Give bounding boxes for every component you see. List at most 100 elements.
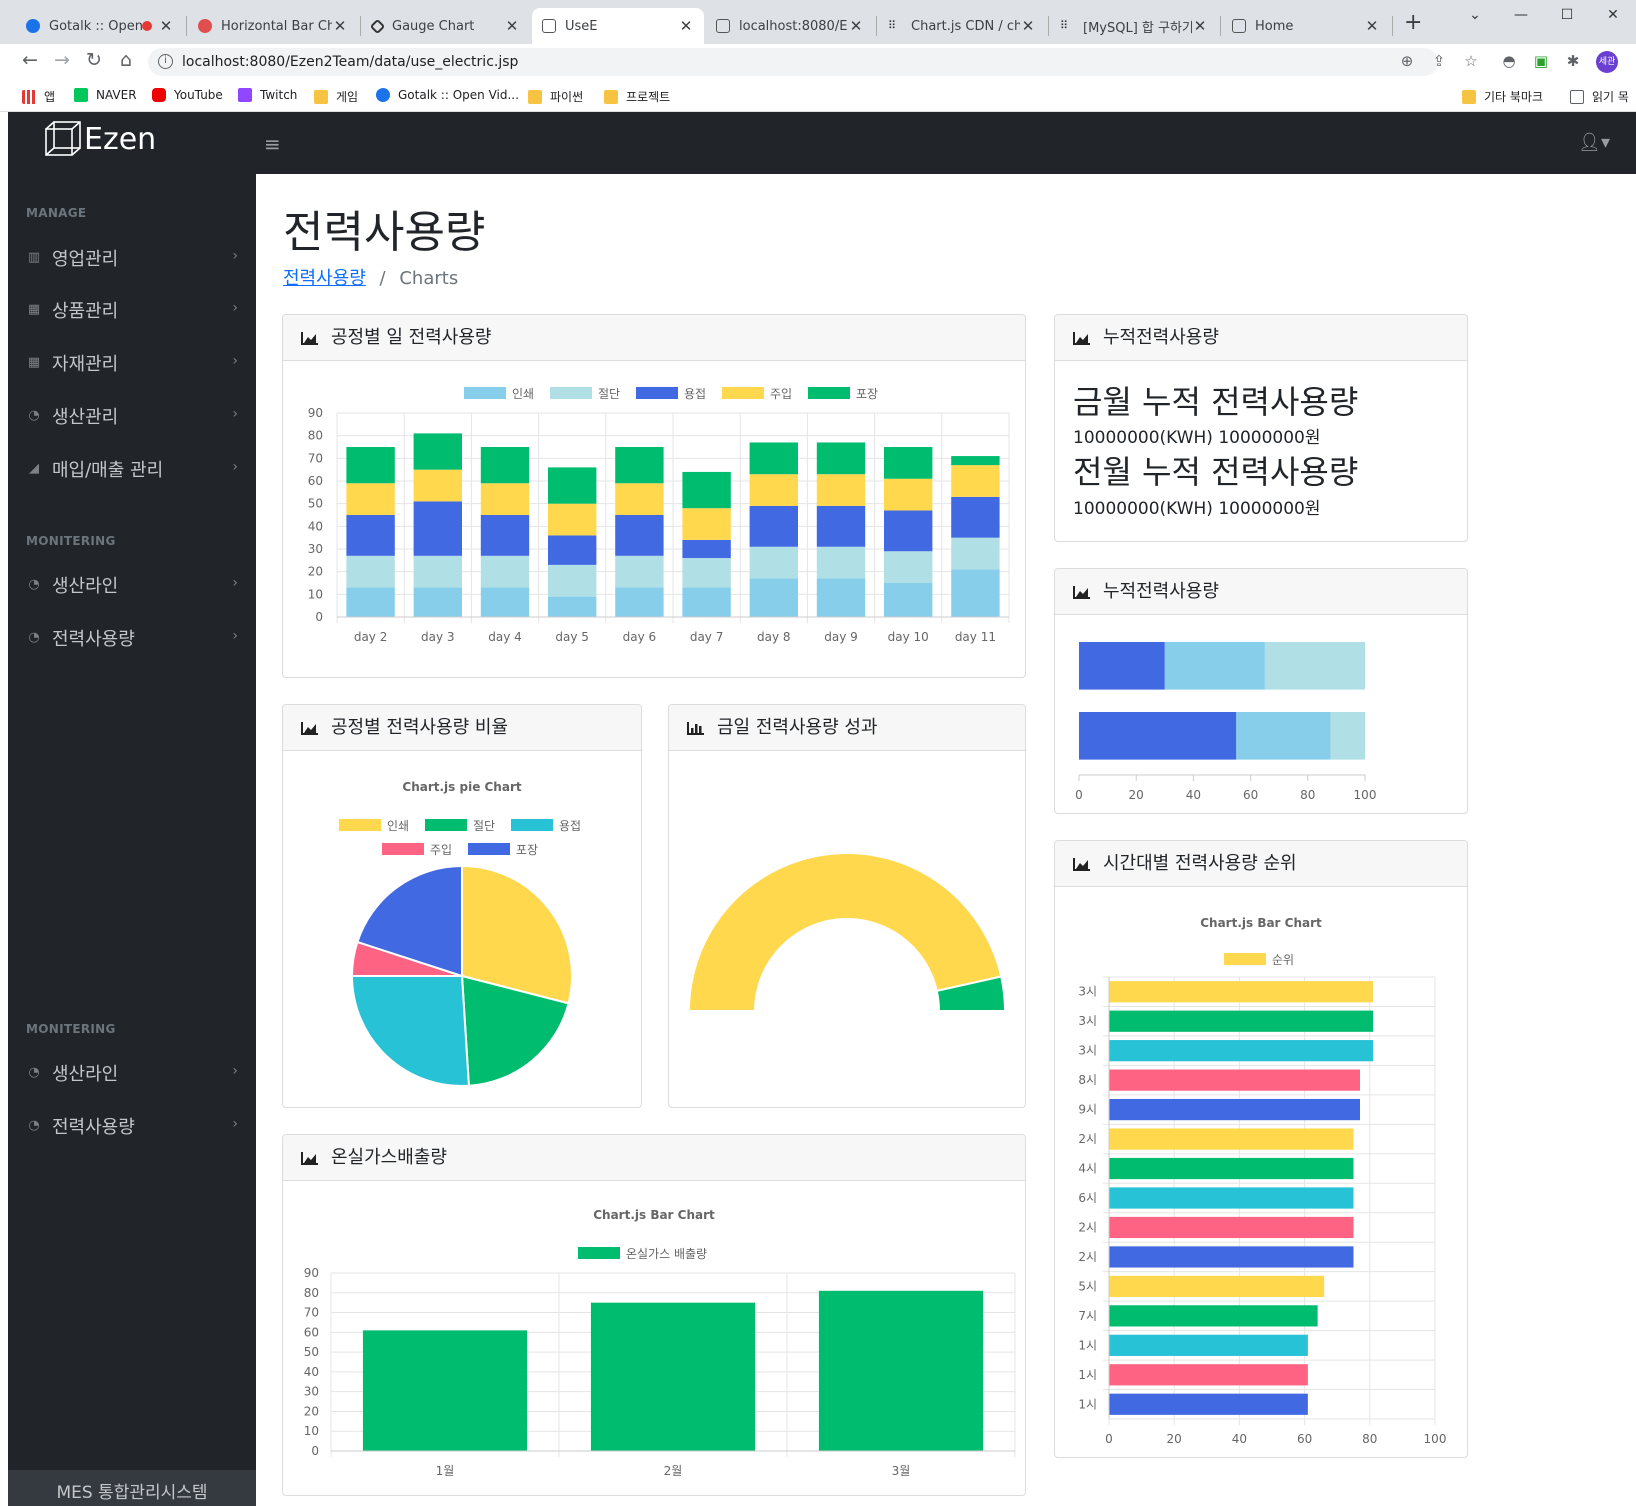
browser-tab[interactable]: Gauge Chart ✕ xyxy=(362,8,530,44)
tab-search-icon[interactable]: ⌄ xyxy=(1452,0,1498,32)
sidebar-item-purchase-sales[interactable]: ◢ 매입/매출 관리 › xyxy=(8,449,256,489)
x-tick-label: 40 xyxy=(1232,1432,1247,1446)
bookmark-twitch[interactable]: Twitch xyxy=(238,88,297,102)
y-tick-label: 60 xyxy=(308,474,323,488)
extensions-puzzle-icon[interactable]: ✱ xyxy=(1564,52,1582,70)
x-tick-label: 60 xyxy=(1243,788,1258,802)
profile-avatar[interactable]: 세관 xyxy=(1596,51,1618,73)
legend-swatch xyxy=(550,387,592,399)
brand-logo[interactable]: Ezen xyxy=(44,120,156,158)
new-tab-button[interactable]: + xyxy=(1404,10,1422,35)
sidebar-item-power-usage[interactable]: ◔ 전력사용량 › xyxy=(8,1106,256,1146)
y-tick-label: 3시 xyxy=(1078,1014,1097,1028)
bar-segment xyxy=(816,442,866,475)
card-cumulative-bar: 누적전력사용량 0 20 40 60 80 100 xyxy=(1054,568,1468,814)
site-info-icon[interactable]: i xyxy=(158,54,173,69)
close-tab-icon[interactable]: ✕ xyxy=(848,17,864,35)
main-content: 전력사용량 전력사용량 / Charts 공정별 일 전력사용량 인쇄 절단 용접 주… xyxy=(256,174,1636,1506)
forward-button[interactable]: → xyxy=(48,49,76,71)
close-window-button[interactable]: ✕ xyxy=(1590,0,1636,32)
reload-button[interactable]: ↻ xyxy=(80,49,108,71)
sidebar-item-materials[interactable]: ▦ 자재관리 › xyxy=(8,343,256,383)
y-tick-label: 40 xyxy=(308,519,323,533)
maximize-button[interactable]: ☐ xyxy=(1544,0,1590,32)
x-tick-label: day 11 xyxy=(955,630,996,644)
sidebar-item-label: 상품관리 xyxy=(52,301,119,322)
apps-grid-icon xyxy=(22,89,36,104)
close-tab-icon[interactable]: ✕ xyxy=(332,17,348,35)
bookmark-gotalk[interactable]: Gotalk :: Open Vid... xyxy=(376,88,519,102)
browser-tab-active[interactable]: UseE ✕ xyxy=(532,8,704,44)
legend-swatch xyxy=(468,843,510,855)
sidebar-item-production-line[interactable]: ◔ 생산라인 › xyxy=(8,565,256,605)
bookmark-star-icon[interactable]: ☆ xyxy=(1462,52,1480,70)
y-tick-label: 0 xyxy=(315,610,323,624)
y-tick-label: 20 xyxy=(304,1404,319,1418)
browser-tab[interactable]: Gotalk :: Open ✕ xyxy=(16,8,184,44)
tab-strip: Gotalk :: Open ✕ Horizontal Bar Char ✕ G… xyxy=(0,0,1636,44)
x-tick-label: day 5 xyxy=(555,630,589,644)
y-tick-label: 80 xyxy=(308,429,323,443)
card-body: 금월 누적 전력사용량 10000000(KWH) 10000000원 전월 누… xyxy=(1055,361,1467,541)
close-tab-icon[interactable]: ✕ xyxy=(158,17,174,35)
close-tab-icon[interactable]: ✕ xyxy=(1364,17,1380,35)
bar-segment xyxy=(951,569,1000,617)
green-extension-icon[interactable]: ▣ xyxy=(1532,52,1550,70)
breadcrumb-link[interactable]: 전력사용량 xyxy=(283,268,366,289)
browser-tab[interactable]: ⠿ [MySQL] 합 구하기 ✕ xyxy=(1050,8,1218,44)
sidebar-item-power-usage[interactable]: ◔ 전력사용량 › xyxy=(8,618,256,658)
y-tick-label: 50 xyxy=(304,1345,319,1359)
bar-segment xyxy=(615,555,664,588)
table-icon: ▦ xyxy=(27,355,41,370)
card-title: 시간대별 전력사용량 순위 xyxy=(1103,852,1297,874)
bar-segment xyxy=(951,496,1000,538)
reading-list[interactable]: 읽기 목 xyxy=(1570,88,1629,105)
area-chart-icon xyxy=(1073,585,1090,599)
sidebar-item-production-line[interactable]: ◔ 생산라인 › xyxy=(8,1053,256,1093)
close-tab-icon[interactable]: ✕ xyxy=(504,17,520,35)
browser-tab[interactable]: Home ✕ xyxy=(1222,8,1390,44)
user-menu-icon[interactable]: 👤︎▾ xyxy=(1578,132,1610,153)
bookmark-youtube[interactable]: YouTube xyxy=(152,88,223,102)
home-button[interactable]: ⌂ xyxy=(112,49,140,71)
bar-segment xyxy=(615,483,664,515)
minimize-button[interactable]: — xyxy=(1498,0,1544,32)
sidebar-item-sales[interactable]: ▥ 영업관리 › xyxy=(8,238,256,278)
tab-title: Home xyxy=(1255,18,1294,34)
window-controls: ⌄ — ☐ ✕ xyxy=(1452,0,1636,32)
y-tick-label: 30 xyxy=(308,542,323,556)
browser-tab[interactable]: localhost:8080/Ezen ✕ xyxy=(706,8,874,44)
bar-segment xyxy=(548,596,597,617)
bar-segment xyxy=(951,537,1000,570)
bookmark-apps[interactable]: 앱 xyxy=(22,88,55,105)
bookmark-folder[interactable]: 프로젝트 xyxy=(604,88,670,105)
back-button[interactable]: ← xyxy=(16,49,44,71)
area-chart-icon xyxy=(301,721,318,735)
zoom-icon[interactable]: ⊕ xyxy=(1398,52,1416,70)
url-text: localhost:8080/Ezen2Team/data/use_electr… xyxy=(182,54,519,70)
x-tick-label: 100 xyxy=(1424,1432,1447,1446)
browser-tab[interactable]: ⠿ Chart.js CDN / char ✕ xyxy=(878,8,1046,44)
bar-segment xyxy=(816,578,866,617)
legend-label: 온실가스 배출량 xyxy=(626,1247,707,1261)
incognito-extension-icon[interactable]: ◓ xyxy=(1500,52,1518,70)
url-input[interactable]: i localhost:8080/Ezen2Team/data/use_elec… xyxy=(148,48,1438,76)
bookmark-folder[interactable]: 게임 xyxy=(314,88,358,105)
share-icon[interactable]: ⇪ xyxy=(1430,52,1448,70)
sidebar-toggle-icon[interactable]: ≡ xyxy=(264,132,281,156)
bookmark-folder[interactable]: 파이썬 xyxy=(528,88,583,105)
close-tab-icon[interactable]: ✕ xyxy=(1020,17,1036,35)
bookmark-naver[interactable]: NAVER xyxy=(74,88,137,102)
legend-label: 용접 xyxy=(684,387,706,401)
bookmark-other-folder[interactable]: 기타 북마크 xyxy=(1462,88,1543,105)
y-tick-label: 10 xyxy=(308,587,323,601)
x-tick-label: 20 xyxy=(1129,788,1144,802)
close-tab-icon[interactable]: ✕ xyxy=(678,17,694,35)
sidebar-item-production[interactable]: ◔ 생산관리 › xyxy=(8,396,256,436)
sidebar-item-products[interactable]: ▦ 상품관리 › xyxy=(8,290,256,330)
browser-tab[interactable]: Horizontal Bar Char ✕ xyxy=(188,8,358,44)
close-tab-icon[interactable]: ✕ xyxy=(1192,17,1208,35)
bar-segment xyxy=(413,501,462,556)
x-tick-label: day 9 xyxy=(824,630,858,644)
bar-segment xyxy=(480,515,530,556)
